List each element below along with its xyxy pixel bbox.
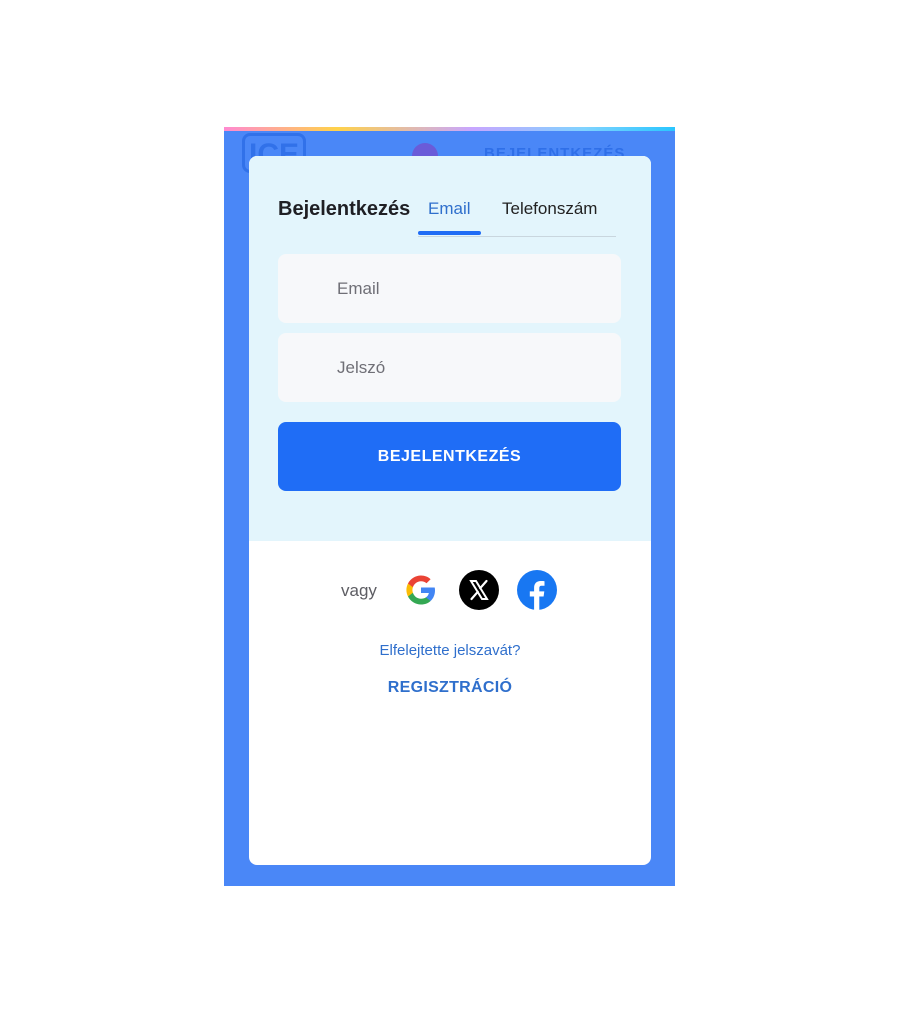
- register-link[interactable]: REGISZTRÁCIÓ: [249, 679, 651, 697]
- facebook-icon: [529, 581, 545, 610]
- google-login-button[interactable]: [401, 570, 441, 610]
- gradient-strip: [224, 127, 675, 131]
- tab-email[interactable]: Email: [428, 199, 471, 219]
- password-input[interactable]: [278, 333, 621, 402]
- google-icon: [406, 575, 435, 605]
- login-button[interactable]: BEJELENTKEZÉS: [278, 422, 621, 491]
- forgot-password-link[interactable]: Elfelejtette jelszavát?: [249, 642, 651, 659]
- email-input[interactable]: [278, 254, 621, 323]
- login-method-tabs: Email Telefonszám: [418, 196, 616, 237]
- active-tab-indicator: [418, 231, 481, 235]
- modal-title: Bejelentkezés: [278, 198, 411, 220]
- x-icon: [469, 579, 489, 601]
- facebook-login-button[interactable]: [517, 570, 557, 610]
- login-form-panel: Bejelentkezés Email Telefonszám BEJELENT…: [249, 156, 651, 541]
- x-login-button[interactable]: [459, 570, 499, 610]
- tab-phone[interactable]: Telefonszám: [502, 199, 597, 219]
- login-modal: Bejelentkezés Email Telefonszám BEJELENT…: [249, 156, 651, 865]
- app-screen: ICE BEJELENTKEZÉS Bejelentkezés Email Te…: [224, 127, 675, 886]
- or-label: vagy: [341, 581, 377, 600]
